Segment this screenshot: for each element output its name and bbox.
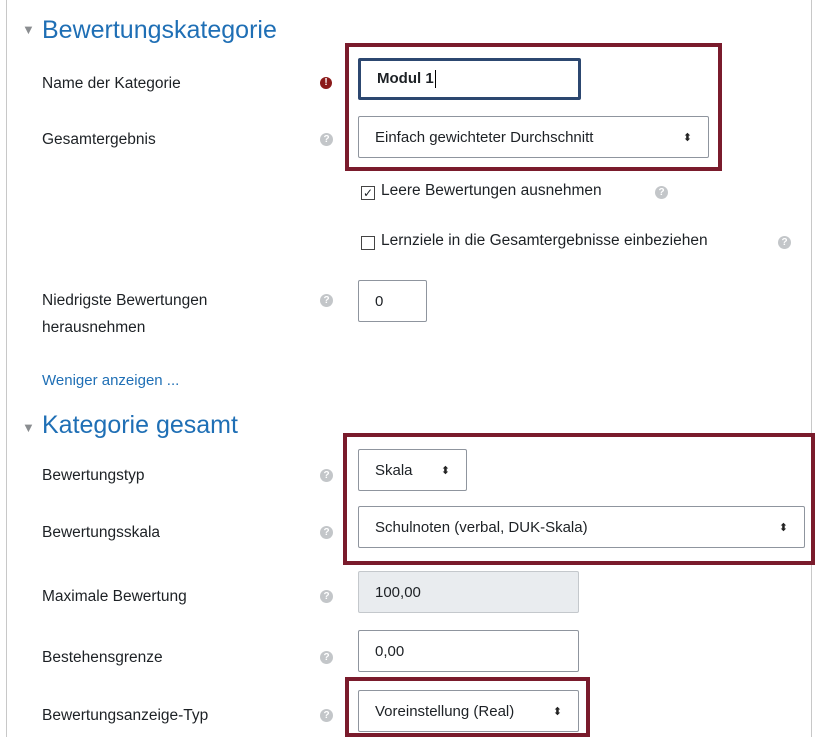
section-title-kategorie-gesamt[interactable]: Kategorie gesamt	[42, 411, 238, 440]
help-icon[interactable]: ?	[778, 236, 791, 249]
pass-grade-value: 0,00	[375, 642, 405, 660]
help-icon[interactable]: ?	[320, 526, 333, 539]
highlight-box-1	[345, 43, 722, 171]
include-outcomes-checkbox[interactable]	[361, 236, 375, 250]
show-less-link[interactable]: Weniger anzeigen ...	[42, 372, 179, 389]
drop-lowest-label-line2: herausnehmen	[42, 319, 146, 336]
include-outcomes-label: Lernziele in die Gesamtergebnisse einbez…	[381, 232, 708, 249]
max-grade-input: 100,00	[358, 571, 579, 613]
help-icon[interactable]: ?	[320, 294, 333, 307]
help-icon[interactable]: ?	[320, 590, 333, 603]
help-icon[interactable]: ?	[320, 469, 333, 482]
name-label: Name der Kategorie	[42, 75, 181, 92]
display-type-label: Bewertungsanzeige-Typ	[42, 707, 209, 724]
drop-lowest-input[interactable]: 0	[358, 280, 427, 322]
exclude-empty-label: Leere Bewertungen ausnehmen	[381, 182, 602, 199]
highlight-box-2	[343, 433, 815, 565]
collapse-caret-icon[interactable]: ▼	[22, 22, 35, 37]
max-grade-value: 100,00	[375, 583, 421, 601]
help-icon[interactable]: ?	[655, 186, 668, 199]
help-icon[interactable]: ?	[320, 709, 333, 722]
required-icon: !	[320, 77, 332, 89]
collapse-caret-icon[interactable]: ▼	[22, 420, 35, 435]
max-grade-label: Maximale Bewertung	[42, 588, 187, 605]
highlight-box-3	[345, 677, 590, 737]
section-title-bewertungskategorie[interactable]: Bewertungskategorie	[42, 16, 277, 45]
pass-grade-input[interactable]: 0,00	[358, 630, 579, 672]
help-icon[interactable]: ?	[320, 133, 333, 146]
aggregation-label: Gesamtergebnis	[42, 131, 156, 148]
help-icon[interactable]: ?	[320, 651, 333, 664]
grade-type-label: Bewertungstyp	[42, 467, 145, 484]
scale-label: Bewertungsskala	[42, 524, 161, 541]
exclude-empty-checkbox[interactable]: ✓	[361, 186, 375, 200]
drop-lowest-label-line1: Niedrigste Bewertungen	[42, 292, 208, 309]
pass-grade-label: Bestehensgrenze	[42, 649, 163, 666]
drop-lowest-value: 0	[375, 292, 384, 310]
